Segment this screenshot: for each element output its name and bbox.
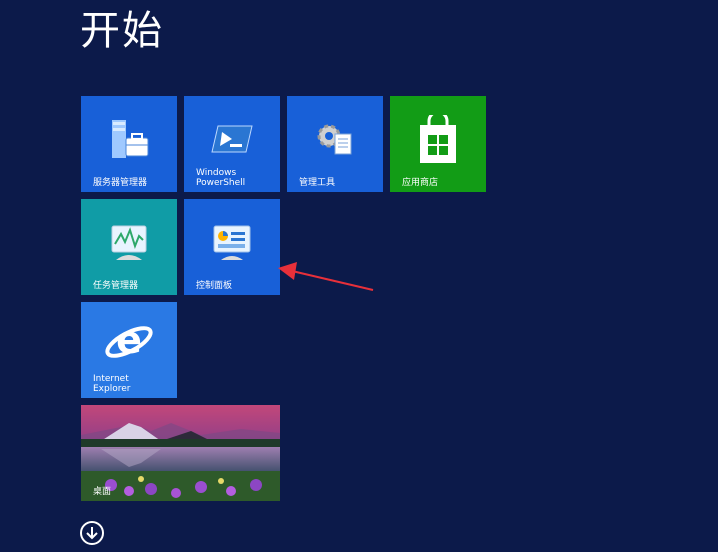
red-annotation-arrow	[278, 262, 374, 291]
